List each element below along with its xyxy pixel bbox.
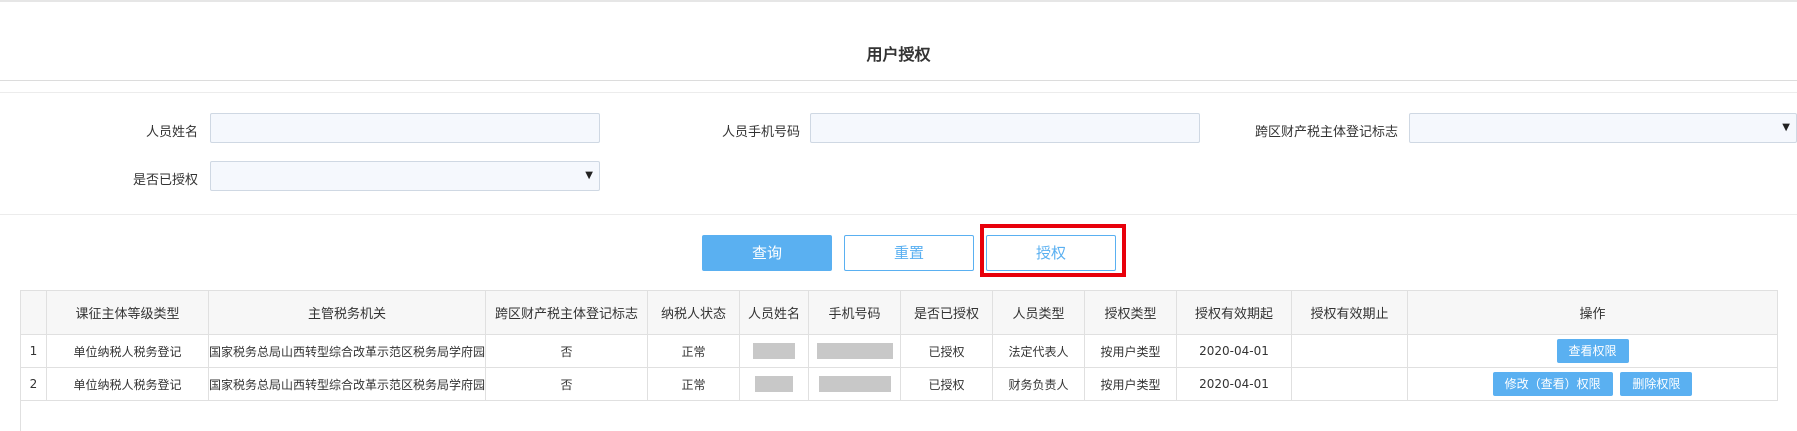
column-header: 手机号码 [808, 290, 902, 335]
cross-region-cell: 否 [485, 367, 649, 401]
table-border [20, 400, 21, 431]
column-header: 授权类型 [1084, 290, 1178, 335]
reset-button[interactable]: 重置 [844, 235, 974, 271]
status-cell: 正常 [647, 367, 741, 401]
tax-authority-cell: 国家税务总局山西转型综合改革示范区税务局学府园 [207, 367, 487, 401]
valid-from-cell: 2020-04-01 [1176, 334, 1293, 368]
delete-permission-button[interactable]: 删除权限 [1620, 372, 1693, 396]
redacted-phone [816, 343, 893, 359]
cross-region-cell: 否 [485, 334, 649, 368]
row-index: 1 [20, 334, 47, 368]
table-row: 1 单位纳税人税务登记 国家税务总局山西转型综合改革示范区税务局学府园 否 正常… [20, 334, 1779, 368]
search-form: 人员姓名 人员手机号码 跨区财产税主体登记标志 ▼ 是否已授权 ▼ [0, 93, 1797, 215]
person-name-cell [739, 334, 810, 368]
column-header: 是否已授权 [900, 290, 994, 335]
tax-authority-cell: 国家税务总局山西转型综合改革示范区税务局学府园 [207, 334, 487, 368]
phone-cell [808, 367, 902, 401]
column-header: 跨区财产税主体登记标志 [485, 290, 649, 335]
column-header: 授权有效期起 [1176, 290, 1293, 335]
person-name-cell [739, 367, 810, 401]
valid-from-cell: 2020-04-01 [1176, 367, 1293, 401]
phone-label: 人员手机号码 [721, 125, 800, 140]
auth-type-cell: 按用户类型 [1084, 334, 1178, 368]
row-index: 2 [20, 367, 47, 401]
column-header: 授权有效期止 [1291, 290, 1409, 335]
person-type-cell: 财务负责人 [992, 367, 1086, 401]
highlight-box [980, 224, 1126, 277]
actions-cell: 修改（查看）权限 删除权限 [1407, 367, 1779, 401]
levy-type-cell: 单位纳税人税务登记 [46, 334, 209, 368]
name-input[interactable] [210, 113, 600, 143]
edit-permission-button[interactable]: 修改（查看）权限 [1492, 372, 1613, 396]
page-title: 用户授权 [866, 45, 931, 64]
valid-to-cell [1291, 367, 1409, 401]
column-header: 人员类型 [992, 290, 1086, 335]
redacted-name [753, 343, 796, 359]
phone-input[interactable] [810, 113, 1200, 143]
authorized-cell: 已授权 [900, 367, 994, 401]
column-header: 主管税务机关 [207, 290, 487, 335]
caret-down-icon: ▼ [1782, 122, 1790, 133]
person-type-cell: 法定代表人 [992, 334, 1086, 368]
column-header: 课征主体等级类型 [46, 290, 209, 335]
cross-region-select[interactable]: ▼ [1409, 113, 1797, 143]
authorized-select[interactable]: ▼ [210, 161, 600, 191]
valid-to-cell [1291, 334, 1409, 368]
query-button[interactable]: 查询 [702, 235, 832, 271]
title-bar: 用户授权 [0, 2, 1797, 81]
table-row: 2 单位纳税人税务登记 国家税务总局山西转型综合改革示范区税务局学府园 否 正常… [20, 367, 1779, 401]
column-header: 纳税人状态 [647, 290, 741, 335]
column-header: 操作 [1407, 290, 1779, 335]
levy-type-cell: 单位纳税人税务登记 [46, 367, 209, 401]
status-cell: 正常 [647, 334, 741, 368]
authorized-cell: 已授权 [900, 334, 994, 368]
actions-cell: 查看权限 [1407, 334, 1779, 368]
authorized-label: 是否已授权 [132, 173, 198, 188]
caret-down-icon: ▼ [585, 170, 593, 181]
auth-type-cell: 按用户类型 [1084, 367, 1178, 401]
phone-cell [808, 334, 902, 368]
name-label: 人员姓名 [145, 125, 198, 140]
view-permission-button[interactable]: 查看权限 [1556, 339, 1629, 363]
redacted-name [755, 376, 794, 392]
cross-region-label: 跨区财产税主体登记标志 [1254, 125, 1398, 140]
column-header: 人员姓名 [739, 290, 810, 335]
column-header [20, 290, 47, 335]
redacted-phone [818, 376, 891, 392]
auth-table: 课征主体等级类型 主管税务机关 跨区财产税主体登记标志 纳税人状态 人员姓名 手… [20, 290, 1779, 401]
table-header: 课征主体等级类型 主管税务机关 跨区财产税主体登记标志 纳税人状态 人员姓名 手… [20, 290, 1779, 335]
